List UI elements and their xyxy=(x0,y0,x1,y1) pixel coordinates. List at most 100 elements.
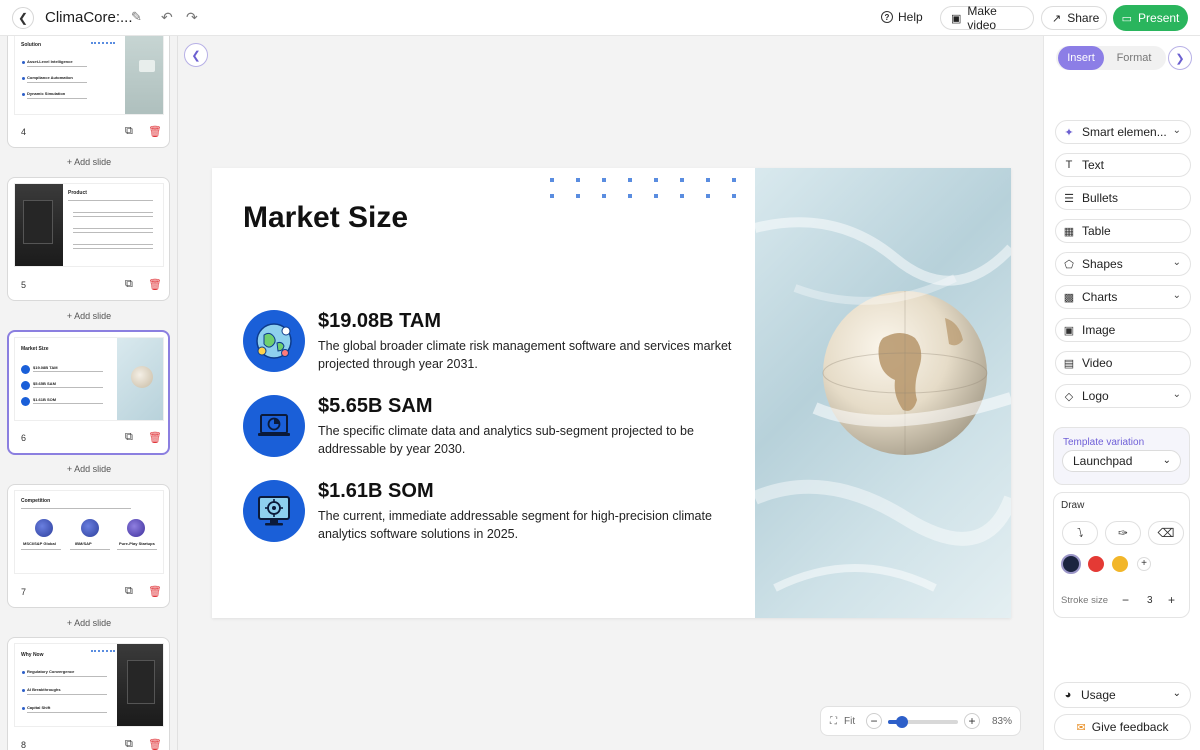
top-bar: ❮ ClimaCore:... ✎ ↶ ↷ ? Help ▣ Make vide… xyxy=(0,0,1200,36)
undo-icon[interactable]: ↶ xyxy=(161,9,173,26)
globe-photo[interactable] xyxy=(755,168,1011,618)
add-color-button[interactable]: + xyxy=(1137,557,1151,571)
charts-icon: ▩ xyxy=(1063,291,1075,304)
bullet-dot xyxy=(22,61,25,64)
slide-card[interactable]: Solution Asset-Level Intelligence Compli… xyxy=(7,36,170,148)
color-swatch[interactable] xyxy=(1112,556,1128,572)
panel-tabs: Insert Format xyxy=(1056,46,1166,70)
charts-button[interactable]: ▩ Charts ⌄ xyxy=(1055,285,1191,309)
zoom-out-button[interactable]: − xyxy=(866,713,882,729)
chevron-down-icon: ⌄ xyxy=(1172,688,1181,699)
slide-thumbnail: Competition MSCI/S&P Global IBM/SAP Pure… xyxy=(14,490,164,574)
usage-label: Usage xyxy=(1081,688,1116,702)
slide-card[interactable]: Why Now Regulatory Convergence AI Breakt… xyxy=(7,637,170,750)
thumb-title: Competition xyxy=(21,498,51,504)
stroke-increase-button[interactable]: + xyxy=(1168,593,1175,607)
logo-button[interactable]: ◇ Logo ⌄ xyxy=(1055,384,1191,408)
thumb-text-line xyxy=(117,549,157,550)
thumb-text-line xyxy=(27,98,87,99)
copy-slide-icon[interactable]: ⧉ xyxy=(125,278,133,291)
table-button[interactable]: ▦ Table xyxy=(1055,219,1191,243)
help-button[interactable]: ? Help xyxy=(881,10,923,24)
slide-number: 5 xyxy=(21,280,27,290)
add-slide-button[interactable]: + Add slide xyxy=(0,311,177,321)
thumb-item: $19.08B TAM xyxy=(33,365,58,370)
zoom-slider[interactable] xyxy=(888,716,958,728)
bullet-dot xyxy=(22,671,25,674)
fit-button[interactable]: Fit xyxy=(844,716,855,727)
panel-forward-button[interactable]: ❯ xyxy=(1168,46,1192,70)
redo-icon[interactable]: ↷ xyxy=(186,9,198,26)
back-button[interactable]: ❮ xyxy=(12,7,34,29)
slide-canvas[interactable]: Market Size $19.08B TAM The global broad… xyxy=(212,168,1011,618)
document-title[interactable]: ClimaCore:... xyxy=(45,9,133,26)
thumb-item: $1.61B SOM xyxy=(33,397,57,402)
delete-slide-icon[interactable]: 🗑 xyxy=(148,431,162,444)
thumb-text-line xyxy=(73,216,153,217)
template-variation-section: Template variation Launchpad ⌄ xyxy=(1053,427,1190,485)
bullet-dot xyxy=(22,689,25,692)
slide-card[interactable]: Product 5 ⧉ 🗑 xyxy=(7,177,170,301)
zoom-slider-handle[interactable] xyxy=(896,716,908,728)
slide-card[interactable]: Competition MSCI/S&P Global IBM/SAP Pure… xyxy=(7,484,170,608)
tab-insert[interactable]: Insert xyxy=(1058,46,1104,70)
add-slide-button[interactable]: + Add slide xyxy=(0,157,177,167)
copy-slide-icon[interactable]: ⧉ xyxy=(125,431,133,444)
fit-icon[interactable]: ⛶ xyxy=(830,716,837,727)
stroke-size-value[interactable]: 3 xyxy=(1147,595,1153,606)
gauge-icon: ◕ xyxy=(1064,689,1072,701)
stroke-size-label: Stroke size xyxy=(1061,595,1108,606)
metric-heading: $5.65B SAM xyxy=(318,395,433,417)
template-variation-select[interactable]: Launchpad ⌄ xyxy=(1062,450,1181,472)
video-button[interactable]: ▤ Video xyxy=(1055,351,1191,375)
chevron-left-icon: ❮ xyxy=(17,11,29,25)
color-swatch[interactable] xyxy=(1088,556,1104,572)
smart-elements-button[interactable]: ✦ Smart elemen... ⌄ xyxy=(1055,120,1191,144)
tab-format[interactable]: Format xyxy=(1108,46,1160,70)
thumb-title: Solution xyxy=(21,42,41,48)
image-icon: ▣ xyxy=(1063,324,1075,337)
thumb-photo xyxy=(117,338,163,420)
text-button[interactable]: T Text xyxy=(1055,153,1191,177)
shapes-button[interactable]: ⬠ Shapes ⌄ xyxy=(1055,252,1191,276)
stroke-decrease-button[interactable]: − xyxy=(1122,593,1129,607)
make-video-button[interactable]: ▣ Make video xyxy=(940,4,1034,32)
table-icon: ▦ xyxy=(1063,225,1075,238)
slide-title[interactable]: Market Size xyxy=(243,201,408,235)
add-slide-button[interactable]: + Add slide xyxy=(0,464,177,474)
delete-slide-icon[interactable]: 🗑 xyxy=(148,278,162,291)
bullet-dot xyxy=(22,707,25,710)
laptop-pie-chart-icon xyxy=(243,395,305,457)
present-button[interactable]: ▭ Present xyxy=(1113,5,1188,31)
edit-title-icon[interactable]: ✎ xyxy=(131,9,142,25)
give-feedback-button[interactable]: ✉ Give feedback xyxy=(1054,714,1191,740)
add-slide-button[interactable]: + Add slide xyxy=(0,618,177,628)
copy-slide-icon[interactable]: ⧉ xyxy=(125,738,133,750)
thumb-text-line xyxy=(27,694,107,695)
copy-slide-icon[interactable]: ⧉ xyxy=(125,125,133,138)
slide-card-active[interactable]: Market Size $19.08B TAM $5.65B SAM $1.61… xyxy=(7,330,170,455)
image-button[interactable]: ▣ Image xyxy=(1055,318,1191,342)
insert-panel: Insert Format ❯ ✦ Smart elemen... ⌄ T Te… xyxy=(1043,36,1200,750)
collapse-panel-button[interactable]: ❮ xyxy=(184,43,208,67)
pen-tool-icon[interactable]: ⭝ xyxy=(1062,521,1098,545)
color-swatch-selected[interactable] xyxy=(1061,554,1081,574)
usage-button[interactable]: ◕ Usage ⌄ xyxy=(1054,682,1191,708)
bullet-dot xyxy=(22,77,25,80)
eraser-tool-icon[interactable]: ⌫ xyxy=(1148,521,1184,545)
thumb-photo xyxy=(15,184,63,266)
bullets-icon: ☰ xyxy=(1064,192,1074,205)
delete-slide-icon[interactable]: 🗑 xyxy=(148,738,162,750)
delete-slide-icon[interactable]: 🗑 xyxy=(148,125,162,138)
share-button[interactable]: ↗ Share xyxy=(1041,6,1107,30)
thumb-text-line xyxy=(68,200,153,201)
delete-slide-icon[interactable]: 🗑 xyxy=(148,585,162,598)
copy-slide-icon[interactable]: ⧉ xyxy=(125,585,133,598)
bullets-button[interactable]: ☰ Bullets xyxy=(1055,186,1191,210)
share-label: Share xyxy=(1067,11,1100,25)
thumb-item: Asset-Level Intelligence xyxy=(27,59,73,64)
zoom-in-button[interactable]: + xyxy=(964,713,980,729)
tool-label: Table xyxy=(1082,224,1111,238)
thumb-photo xyxy=(125,36,163,114)
highlighter-tool-icon[interactable]: ✑ xyxy=(1105,521,1141,545)
